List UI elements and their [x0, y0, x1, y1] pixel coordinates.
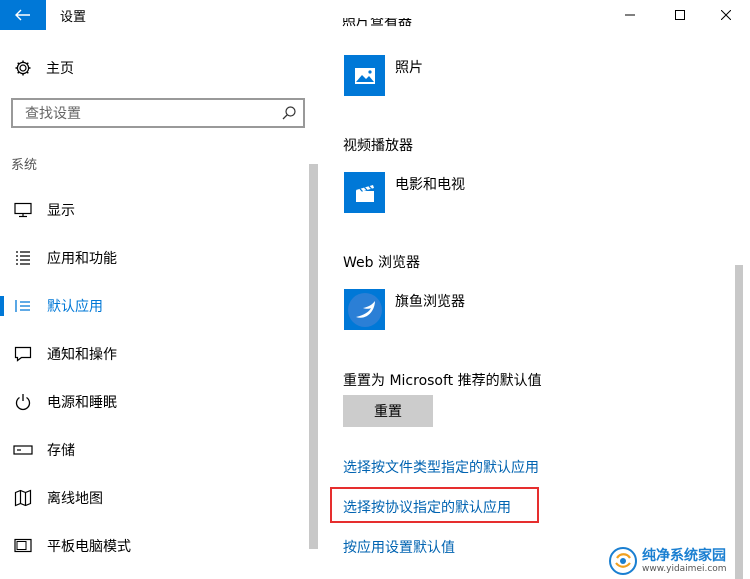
sidebar-item-label: 显示 [47, 203, 75, 219]
back-button[interactable] [0, 0, 46, 30]
photos-app-icon [344, 55, 385, 96]
video-app-name: 电影和电视 [395, 177, 465, 193]
video-app-selector[interactable]: 电影和电视 [344, 172, 465, 213]
window-title: 设置 [60, 10, 87, 25]
active-indicator [0, 296, 4, 316]
reset-button[interactable]: 重置 [343, 395, 433, 427]
sidebar-item-default-apps[interactable]: 默认应用 [0, 282, 305, 330]
browser-app-selector[interactable]: 旗鱼浏览器 [344, 289, 465, 330]
main-scrollbar[interactable] [735, 265, 743, 579]
sidebar-item-storage[interactable]: 存储 [0, 426, 305, 474]
default-apps-icon [12, 298, 34, 314]
choose-by-file-type-link[interactable]: 选择按文件类型指定的默认应用 [343, 457, 539, 477]
photo-app-name: 照片 [395, 60, 423, 76]
home-nav-item[interactable]: 主页 [12, 58, 74, 78]
sidebar-item-label: 存储 [47, 443, 75, 459]
watermark: 纯净系统家园 www.yidaimei.com [608, 543, 750, 579]
close-button[interactable] [702, 0, 750, 30]
sidebar-item-apps[interactable]: 应用和功能 [0, 234, 305, 282]
back-arrow-icon [15, 9, 30, 21]
power-icon [12, 393, 34, 411]
search-box[interactable] [11, 98, 305, 128]
sidebar-item-label: 离线地图 [47, 491, 103, 507]
sidebar-item-notifications[interactable]: 通知和操作 [0, 330, 305, 378]
home-label: 主页 [46, 61, 74, 77]
section-label: 系统 [11, 158, 38, 173]
list-icon [12, 250, 34, 266]
video-player-heading: 视频播放器 [343, 138, 413, 154]
search-icon[interactable] [281, 105, 297, 125]
monitor-icon [12, 202, 34, 218]
notification-icon [12, 346, 34, 362]
sidebar-item-label: 平板电脑模式 [47, 539, 131, 555]
map-icon [12, 489, 34, 507]
sidebar-item-label: 通知和操作 [47, 347, 117, 363]
search-input[interactable] [23, 103, 277, 125]
watermark-url: www.yidaimei.com [642, 563, 727, 574]
sidebar-scrollbar[interactable] [309, 164, 318, 549]
sidebar-item-display[interactable]: 显示 [0, 186, 305, 234]
photo-viewer-heading: 照片查看器 [342, 18, 412, 29]
gear-icon [12, 59, 34, 77]
sidebar: 主页 系统 显示 应用和功能 默认应用 通知和操作 [0, 30, 320, 579]
sidebar-item-power[interactable]: 电源和睡眠 [0, 378, 305, 426]
photo-app-selector[interactable]: 照片 [344, 55, 423, 96]
reset-heading: 重置为 Microsoft 推荐的默认值 [343, 373, 542, 389]
set-defaults-by-app-link[interactable]: 按应用设置默认值 [343, 537, 455, 557]
choose-by-protocol-link[interactable]: 选择按协议指定的默认应用 [343, 497, 511, 517]
sidebar-item-offline-maps[interactable]: 离线地图 [0, 474, 305, 522]
minimize-icon [625, 14, 635, 16]
watermark-title: 纯净系统家园 [642, 547, 726, 564]
movies-tv-icon [344, 172, 385, 213]
browser-app-icon [344, 289, 385, 330]
web-browser-heading: Web 浏览器 [343, 255, 420, 271]
close-icon [721, 10, 731, 20]
maximize-button[interactable] [656, 0, 704, 30]
sidebar-item-label: 应用和功能 [47, 251, 117, 267]
minimize-button[interactable] [606, 0, 654, 30]
sidebar-item-tablet-mode[interactable]: 平板电脑模式 [0, 522, 305, 570]
browser-app-name: 旗鱼浏览器 [395, 294, 465, 310]
sidebar-item-label: 电源和睡眠 [47, 395, 117, 411]
sidebar-item-label: 默认应用 [47, 299, 103, 315]
storage-icon [12, 443, 34, 457]
maximize-icon [675, 10, 685, 20]
watermark-logo-icon [609, 547, 637, 575]
tablet-icon [12, 538, 34, 554]
